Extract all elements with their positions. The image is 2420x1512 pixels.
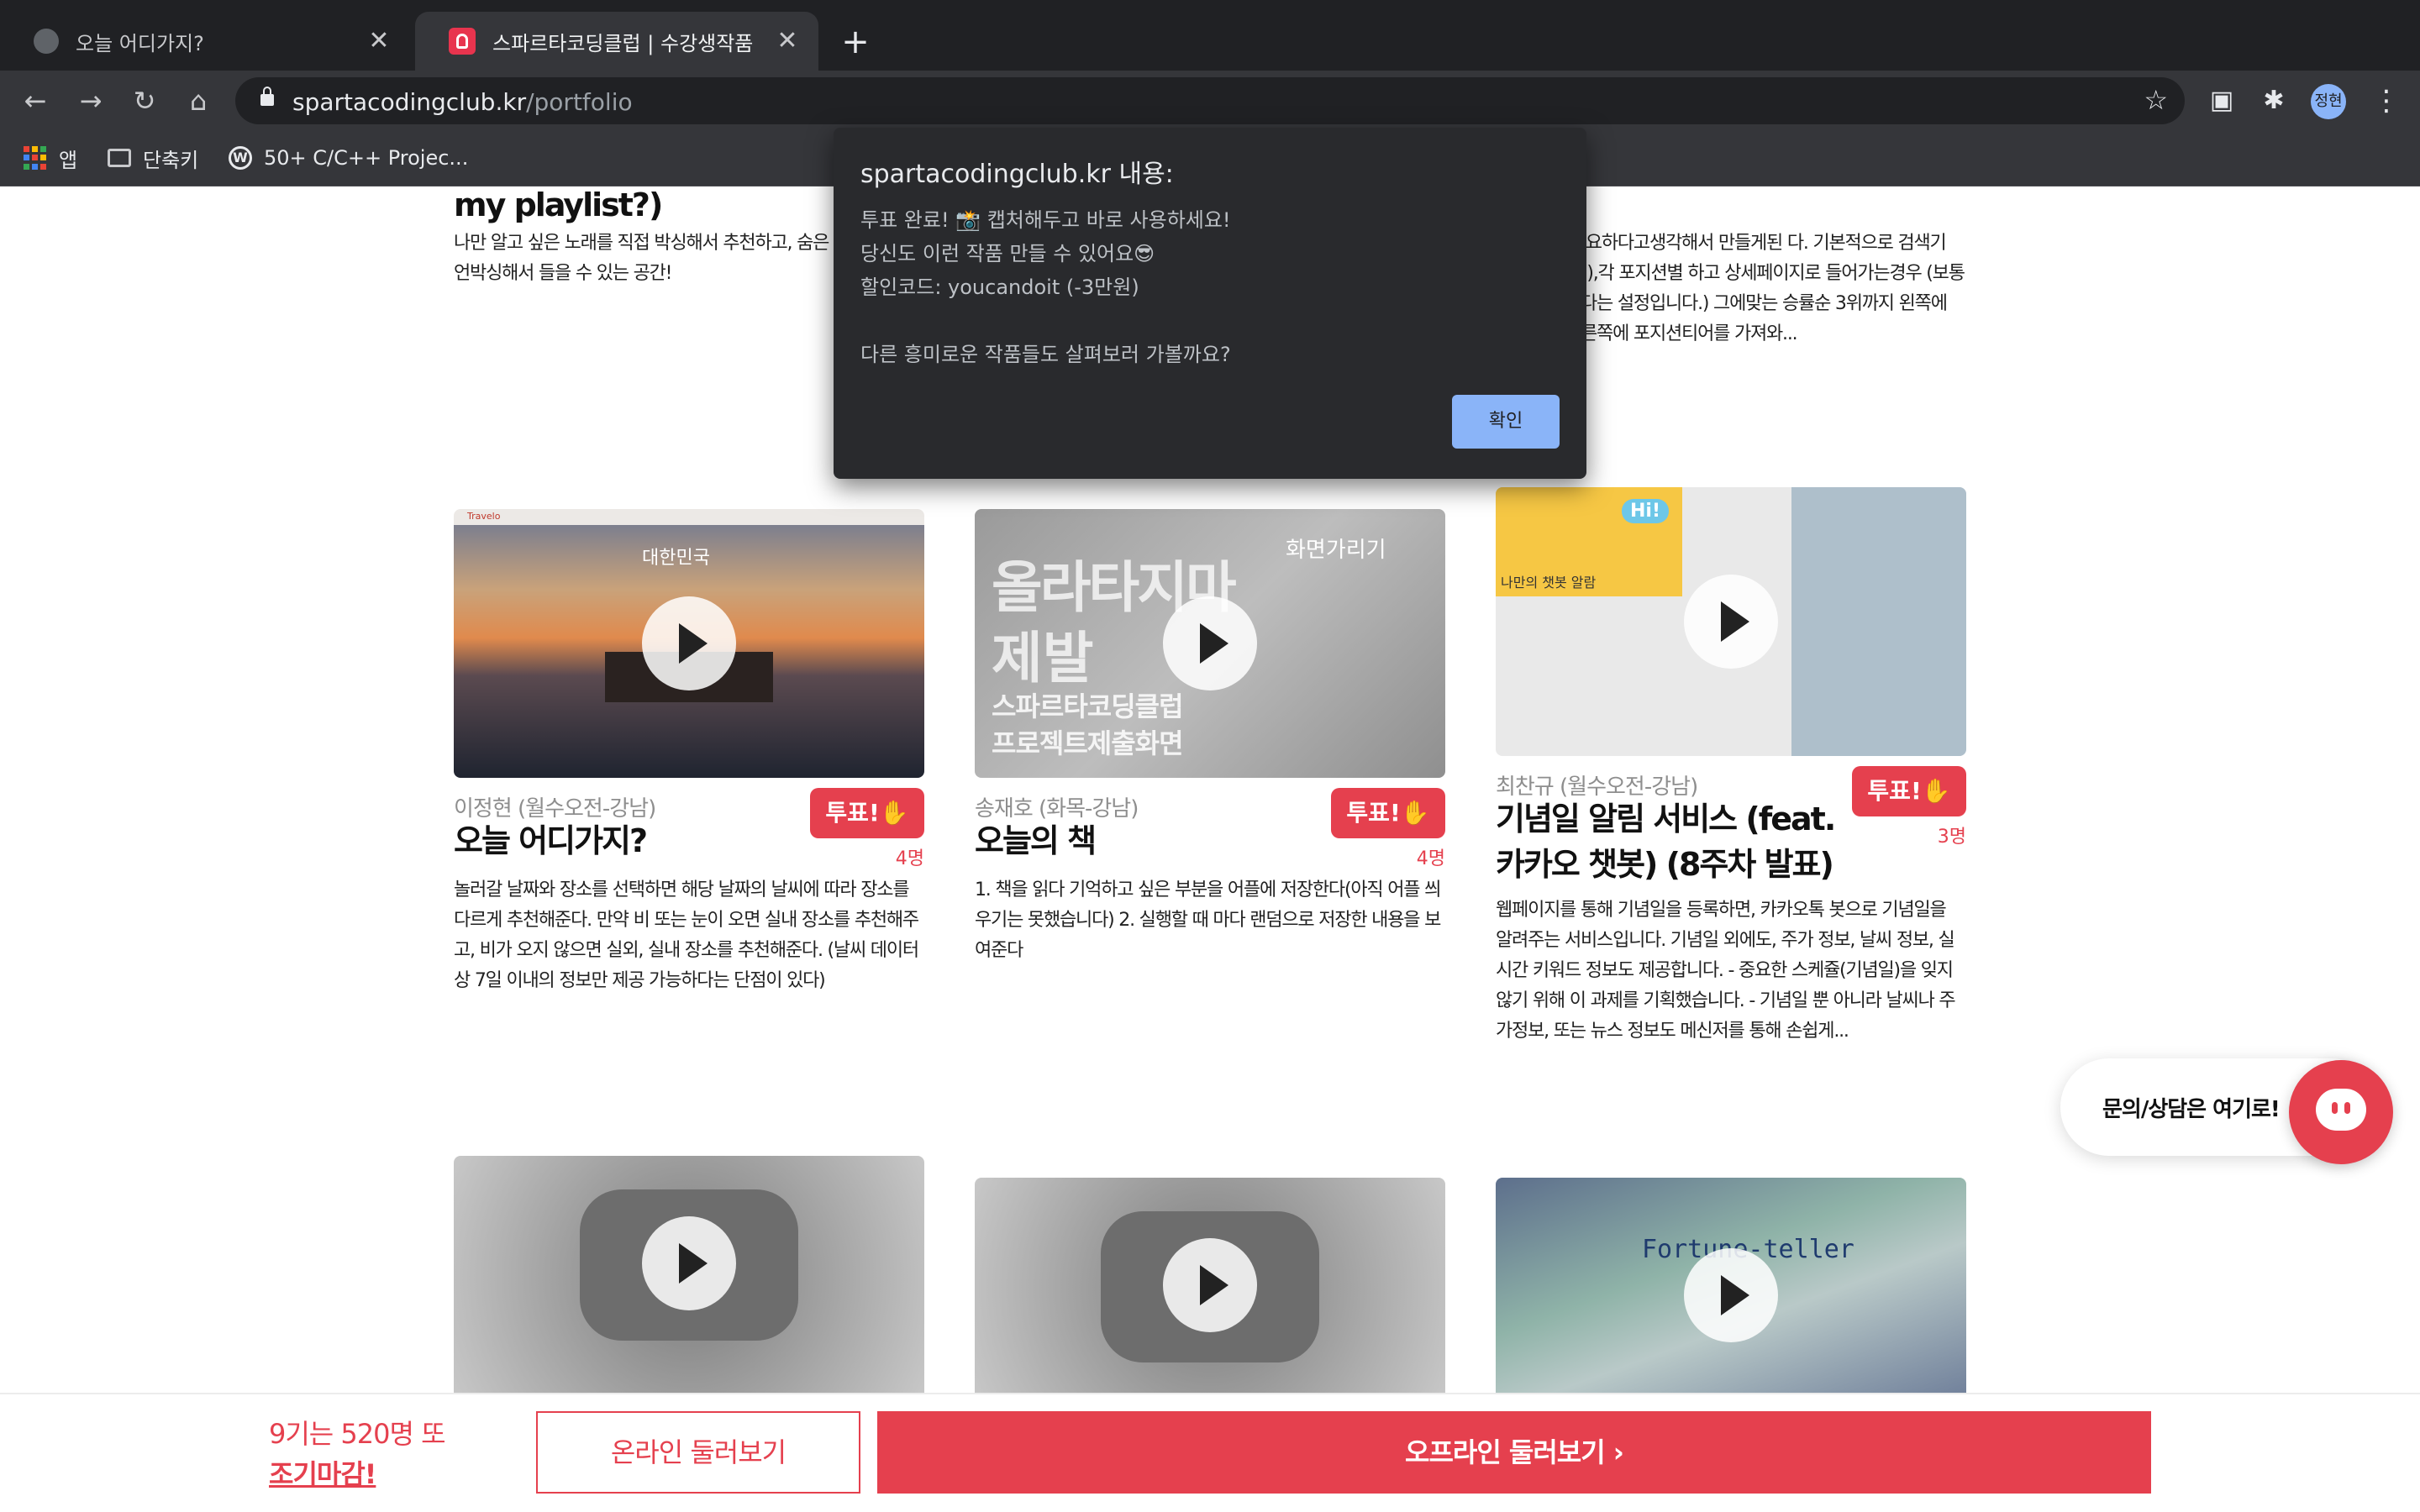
wordpress-icon: W (229, 146, 252, 170)
tab-sparta-portfolio[interactable]: 스파르타코딩클럽 | 수강생작품 ✕ (415, 12, 818, 71)
new-tab-button[interactable]: + (837, 24, 874, 60)
project-card: Hi! 나만의 챗봇 알람 최찬규 (월수오전-강남) 투표!✋ 3명 기념일 … (1496, 487, 1966, 1075)
project-description: 1. 책을 읽다 기억하고 싶은 부분을 어플에 저장한다(아직 어플 씌우기는… (975, 879, 1441, 961)
chat-window (1791, 487, 1966, 756)
profile-avatar[interactable]: 정현 (2311, 84, 2346, 119)
bottom-cta-bar: 9기는 520명 또 조기마감! 온라인 둘러보기 오프라인 둘러보기 › (0, 1393, 2420, 1512)
tab-strip: 오늘 어디가지? ✕ 스파르타코딩클럽 | 수강생작품 ✕ + (0, 0, 2420, 71)
play-icon[interactable] (642, 1216, 736, 1310)
project-description: 놀러갈 날짜와 장소를 선택하면 해당 날짜의 날씨에 따라 장소를 다르게 추… (454, 879, 919, 991)
dialog-message-line: 할인코드: youcandoit (-3만원) (860, 276, 1139, 299)
project-description: 웹페이지를 통해 기념일을 등록하면, 카카오톡 봇으로 기념일을 알려주는 서… (1496, 900, 1956, 1042)
chat-launcher-button[interactable] (2289, 1060, 2393, 1164)
offline-browse-button[interactable]: 오프라인 둘러보기 › (877, 1411, 2151, 1494)
bookmark-apps[interactable]: 앱 (24, 143, 77, 173)
project-card: 화면가리기 올라타지마 제발 스파르타코딩클럽 프로젝트제출화면 송재호 (화목… (975, 509, 1445, 1055)
lock-icon (260, 87, 274, 106)
play-icon[interactable] (1684, 1248, 1778, 1342)
promo-text: 9기는 520명 또 (269, 1418, 446, 1450)
tab-title: 오늘 어디가지? (76, 31, 204, 55)
vote-count: 3명 (1937, 827, 1966, 848)
dialog-title: spartacodingclub.kr 내용: (860, 160, 1174, 189)
play-icon[interactable] (642, 596, 736, 690)
dialog-message-line: 투표 완료! 📸 캡처해두고 바로 사용하세요! (860, 208, 1231, 232)
project-card: Travelo 대한민국 이정현 (월수오전-강남) 투표!✋ 4명 오늘 어디… (454, 509, 924, 1055)
tab-title: 스파르타코딩클럽 | 수강생작품 (492, 31, 754, 55)
bookmark-shortcuts-folder[interactable]: 단축키 (108, 143, 198, 173)
project-title[interactable]: 오늘의 책 (975, 818, 1328, 864)
play-icon[interactable] (1163, 1238, 1257, 1332)
dialog-message-line: 당신도 이런 작품 만들 수 있어요😎 (860, 242, 1155, 265)
project-title: my playlist?) (454, 186, 663, 223)
dialog-message-line: 다른 흥미로운 작품들도 살펴보러 가볼까요? (860, 343, 1231, 366)
home-icon[interactable]: ⌂ (180, 82, 217, 119)
project-thumbnail[interactable]: Travelo 대한민국 (454, 509, 924, 778)
sparta-favicon-icon (449, 28, 476, 55)
address-bar[interactable]: spartacodingclub.kr/portfolio ☆ (235, 77, 2185, 124)
forward-arrow-icon[interactable]: → (72, 82, 109, 119)
vote-button[interactable]: 투표!✋ (1852, 766, 1966, 816)
online-browse-button[interactable]: 온라인 둘러보기 (536, 1411, 860, 1494)
play-icon[interactable] (1684, 575, 1778, 669)
project-thumbnail[interactable] (454, 1156, 924, 1393)
tab-today-where[interactable]: 오늘 어디가지? ✕ (0, 12, 410, 71)
vote-button[interactable]: 투표!✋ (810, 788, 924, 838)
vote-count: 4명 (895, 848, 924, 869)
menu-kebab-icon[interactable]: ⋮ (2370, 82, 2403, 119)
vote-button[interactable]: 투표!✋ (1331, 788, 1445, 838)
chat-bubble-icon (2316, 1089, 2366, 1131)
project-title[interactable]: 오늘 어디가지? (454, 818, 807, 864)
url-text: spartacodingclub.kr/portfolio (292, 88, 633, 116)
extension-icon[interactable]: ▣ (2203, 82, 2240, 119)
apps-grid-icon (24, 146, 47, 170)
project-title[interactable]: 기념일 알림 서비스 (feat. 카카오 챗봇) (8주차 발표) (1496, 796, 1849, 887)
promo-early-close-link[interactable]: 조기마감! (269, 1453, 376, 1492)
vote-count: 4명 (1416, 848, 1445, 869)
reload-icon[interactable]: ↻ (126, 82, 163, 119)
dialog-ok-button[interactable]: 확인 (1452, 395, 1560, 449)
project-thumbnail[interactable] (975, 1178, 1445, 1393)
project-description: 나만 알고 싶은 노래를 직접 박싱해서 추천하고, 숨은 언박싱해서 들을 수… (454, 233, 829, 284)
project-thumbnail[interactable]: Fortune-teller (1496, 1178, 1966, 1393)
play-icon[interactable] (1163, 596, 1257, 690)
puzzle-extensions-icon[interactable]: ✱ (2255, 82, 2292, 119)
browser-toolbar: ← → ↻ ⌂ spartacodingclub.kr/portfolio ☆ … (0, 71, 2420, 131)
close-tab-icon[interactable]: ✕ (363, 25, 395, 57)
bookmark-cpp-projects[interactable]: W 50+ C/C++ Projec... (229, 143, 468, 173)
project-thumbnail[interactable]: Hi! 나만의 챗봇 알람 (1496, 487, 1966, 756)
alert-dialog: spartacodingclub.kr 내용: 투표 완료! 📸 캡처해두고 바… (834, 128, 1586, 479)
globe-icon (34, 29, 59, 54)
back-arrow-icon[interactable]: ← (17, 82, 54, 119)
chat-label: 문의/상담은 여기로! (2102, 1097, 2281, 1122)
bookmark-star-icon[interactable]: ☆ (2144, 84, 2168, 116)
folder-icon (108, 149, 131, 167)
close-tab-icon[interactable]: ✕ (771, 25, 803, 57)
project-thumbnail[interactable]: 화면가리기 올라타지마 제발 스파르타코딩클럽 프로젝트제출화면 (975, 509, 1445, 778)
